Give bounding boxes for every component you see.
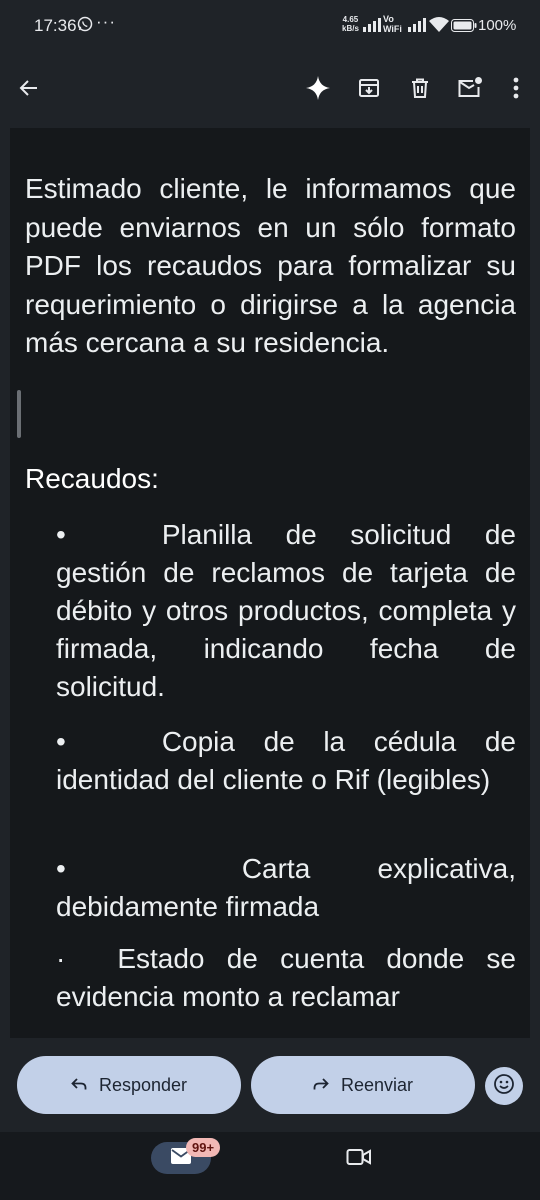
video-camera-icon — [346, 1148, 372, 1171]
mail-badge: 99+ — [186, 1138, 221, 1157]
reply-icon — [71, 1075, 87, 1096]
requirement-text-2: Copia de la cédula de identidad del clie… — [56, 726, 516, 795]
network-speed-unit: kB/s — [342, 24, 359, 33]
reply-bar: Responder Reenviar — [0, 1038, 540, 1132]
gemini-button[interactable] — [300, 72, 336, 108]
bullet-dot: · — [56, 943, 66, 974]
bullet-dot: • — [56, 853, 66, 884]
requirements-heading: Recaudos: — [25, 463, 159, 494]
archive-icon — [358, 77, 380, 104]
more-options-button[interactable] — [498, 72, 534, 108]
emoji-reaction-button[interactable] — [485, 1067, 523, 1105]
forward-icon — [313, 1075, 329, 1096]
status-time: 17:36 — [34, 16, 77, 35]
requirement-item-1: • Planilla de solicitud de gestión de rec… — [56, 516, 516, 706]
battery-percent: 100% — [478, 17, 517, 34]
emoji-icon — [493, 1073, 515, 1100]
scroll-indicator[interactable] — [17, 390, 21, 438]
email-paragraph: Estimado cliente, le informamos que pued… — [25, 173, 516, 358]
network-speed-value: 4.65 — [342, 15, 359, 24]
requirement-item-2: • Copia de la cédula de identidad del cli… — [56, 723, 516, 799]
delete-icon — [409, 77, 431, 104]
network-speed: 4.65 kB/s — [342, 15, 359, 33]
email-toolbar — [0, 60, 540, 124]
more-notifications-icon: ··· — [96, 12, 116, 31]
back-arrow-icon — [18, 77, 40, 104]
screen: 17:36 ··· 4.65 kB/s Vo WiFi 100% Estimad… — [0, 0, 540, 1200]
mark-unread-button[interactable] — [452, 72, 488, 108]
wifi-icon — [429, 17, 449, 38]
requirement-text-4: Estado de cuenta donde se evidencia mont… — [56, 943, 516, 1012]
vowifi-bottom: WiFi — [383, 24, 402, 34]
sparkle-icon — [305, 75, 331, 106]
requirement-text-3: Carta explicativa, debidamente firmada — [56, 853, 516, 922]
nav-meet[interactable] — [345, 1146, 373, 1172]
mark-unread-icon — [457, 76, 483, 105]
bullet-dot: • — [56, 726, 66, 757]
archive-button[interactable] — [351, 72, 387, 108]
vowifi-top: Vo — [383, 14, 394, 24]
more-vert-icon — [513, 77, 519, 104]
email-body[interactable]: Estimado cliente, le informamos que pued… — [10, 128, 530, 1038]
delete-button[interactable] — [402, 72, 438, 108]
bullet-dot: • — [56, 519, 66, 550]
requirement-item-3: • Carta explicativa, debidamente firmada — [56, 850, 516, 926]
status-bar: 17:36 ··· 4.65 kB/s Vo WiFi 100% — [0, 0, 540, 52]
whatsapp-icon — [77, 16, 93, 37]
requirement-item-4: · Estado de cuenta donde se evidencia mon… — [56, 940, 516, 1016]
reply-button[interactable]: Responder — [17, 1056, 241, 1114]
back-button[interactable] — [11, 72, 47, 108]
battery-icon — [451, 19, 477, 37]
signal-icon — [363, 18, 381, 37]
forward-button[interactable]: Reenviar — [251, 1056, 475, 1114]
forward-label: Reenviar — [340, 1074, 414, 1095]
reply-label: Responder — [98, 1074, 188, 1095]
bottom-navigation: 99+ — [0, 1132, 540, 1200]
requirement-text-1: Planilla de solicitud de gestión de recl… — [56, 519, 516, 702]
vowifi-indicator: Vo WiFi — [383, 14, 402, 34]
signal-icon-secondary — [408, 18, 426, 37]
